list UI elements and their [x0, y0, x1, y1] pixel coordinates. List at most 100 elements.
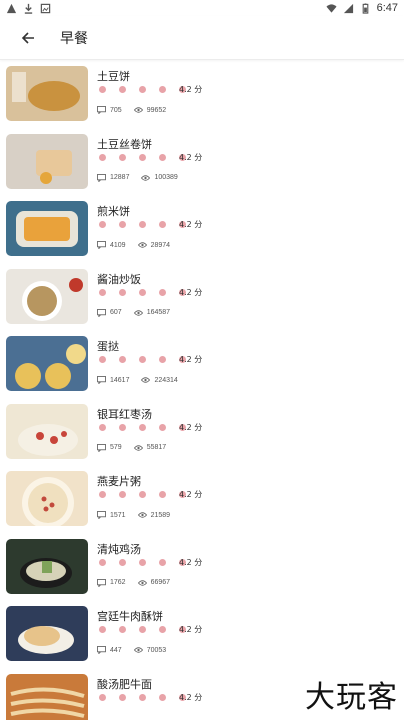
recipe-thumbnail[interactable] [6, 336, 88, 391]
rating-dot [139, 356, 146, 363]
rating-dot [159, 626, 166, 633]
comment-count-value: 579 [110, 444, 122, 451]
rating-dot [119, 153, 126, 161]
recipe-thumbnail[interactable] [6, 268, 88, 324]
rating-dot [99, 491, 106, 498]
rating-dot [139, 423, 146, 431]
recipe-thumbnail[interactable] [6, 538, 88, 594]
recipe-name[interactable]: 土豆丝卷饼 [97, 136, 152, 152]
view-count-value: 28974 [150, 241, 171, 249]
rating-dot [139, 693, 146, 701]
list-item[interactable]: 银耳红枣汤 4.2 分 579 55817 [0, 400, 404, 468]
rating-dot [139, 221, 146, 228]
recipe-thumbnail[interactable] [6, 403, 88, 459]
rating-dots [99, 558, 186, 566]
rating-score: 4.2 分 [179, 152, 203, 162]
wifi-icon [326, 3, 337, 13]
recipe-name[interactable]: 银耳红枣汤 [97, 406, 152, 422]
eye-icon [141, 174, 151, 181]
eye-icon [137, 512, 147, 518]
page-title: 早餐 [60, 30, 88, 47]
comment-count: 607 [97, 308, 122, 317]
rating-dot [99, 221, 106, 228]
list-item[interactable]: 土豆丝卷饼 4.2 分 12887 100389 [0, 130, 404, 198]
rating-dot [139, 288, 146, 296]
rating-score: 4.2 分 [179, 287, 203, 297]
list-item[interactable]: 蛋挞 4.2 分 14617 224314 [0, 332, 404, 400]
recipe-stats: 607 164587 [97, 308, 182, 317]
rating-dot [119, 356, 126, 363]
list-item[interactable]: 土豆饼 4.2 分 705 99652 [0, 62, 404, 130]
comment-icon [97, 106, 106, 114]
battery-icon [362, 2, 368, 14]
comment-count-value: 705 [110, 106, 122, 114]
rating-score: 4.2 分 [179, 557, 203, 567]
download-icon [24, 3, 33, 14]
recipe-thumbnail[interactable] [6, 133, 88, 189]
view-count-value: 99652 [146, 106, 167, 114]
comment-count: 1762 [97, 578, 126, 587]
comment-count-value: 1571 [110, 511, 126, 519]
rating-dot [99, 288, 106, 296]
rating-dot [159, 558, 166, 566]
recipe-list: 土豆饼 4.2 分 705 99652 土豆丝卷饼 4.2 分 12887 10… [0, 62, 404, 720]
status-right: 6:47 [326, 2, 398, 14]
comment-icon [97, 443, 106, 452]
recipe-thumbnail[interactable] [6, 471, 88, 526]
recipe-name[interactable]: 蛋挞 [97, 338, 119, 354]
view-count: 55817 [133, 444, 167, 452]
rating-dot [99, 626, 106, 633]
rating-dot [119, 626, 126, 633]
app-bar: 早餐 [0, 16, 404, 60]
list-item[interactable]: 清炖鸡汤 4.2 分 1762 66967 [0, 535, 404, 603]
comment-count-value: 4109 [110, 241, 126, 249]
rating-dot [139, 86, 146, 93]
rating-dot [159, 356, 166, 363]
recipe-name[interactable]: 燕麦片粥 [97, 473, 141, 489]
recipe-name[interactable]: 酱油炒饭 [97, 271, 141, 287]
rating-dot [139, 153, 146, 161]
status-bar: 6:47 [0, 0, 404, 16]
rating-dots [99, 288, 186, 296]
recipe-name[interactable]: 清炖鸡汤 [97, 541, 141, 557]
rating-dot [119, 423, 126, 431]
rating-dot [159, 288, 166, 296]
comment-icon [97, 308, 106, 317]
rating-dot [159, 221, 166, 228]
rating-dot [119, 491, 126, 498]
eye-icon [133, 309, 143, 316]
recipe-thumbnail[interactable] [6, 201, 88, 256]
comment-count: 1571 [97, 511, 126, 519]
rating-score: 4.2 分 [179, 355, 203, 364]
view-count-value: 55817 [146, 444, 167, 451]
rating-dot [139, 491, 146, 498]
list-item[interactable]: 酱油炒饭 4.2 分 607 164587 [0, 265, 404, 333]
list-item[interactable]: 宫廷牛肉酥饼 4.2 分 447 70053 [0, 602, 404, 670]
recipe-name[interactable]: 煎米饼 [97, 203, 130, 219]
rating-dot [99, 423, 106, 431]
rating-dot [119, 288, 126, 296]
rating-score: 4.2 分 [179, 220, 203, 229]
rating-dot [139, 558, 146, 566]
comment-count: 14617 [97, 376, 129, 384]
recipe-name[interactable]: 宫廷牛肉酥饼 [97, 608, 163, 624]
comment-count-value: 12887 [110, 174, 130, 181]
rating-score: 4.2 分 [179, 625, 203, 634]
list-item[interactable]: 煎米饼 4.2 分 4109 28974 [0, 197, 404, 265]
list-item[interactable]: 燕麦片粥 4.2 分 1571 21589 [0, 467, 404, 535]
comment-icon [97, 511, 106, 519]
rating-dots [99, 693, 186, 701]
recipe-stats: 12887 100389 [97, 173, 190, 182]
comment-count: 12887 [97, 173, 130, 182]
view-count: 70053 [133, 646, 166, 654]
rating-dots [99, 356, 186, 363]
recipe-thumbnail[interactable] [6, 673, 88, 720]
recipe-stats: 705 99652 [97, 106, 178, 114]
recipe-name[interactable]: 酸汤肥牛面 [97, 676, 152, 692]
view-count: 224314 [141, 376, 178, 384]
recipe-thumbnail[interactable] [6, 66, 88, 121]
comment-icon [97, 578, 106, 587]
recipe-thumbnail[interactable] [6, 606, 88, 661]
back-button[interactable] [16, 26, 40, 50]
recipe-name[interactable]: 土豆饼 [97, 68, 130, 84]
